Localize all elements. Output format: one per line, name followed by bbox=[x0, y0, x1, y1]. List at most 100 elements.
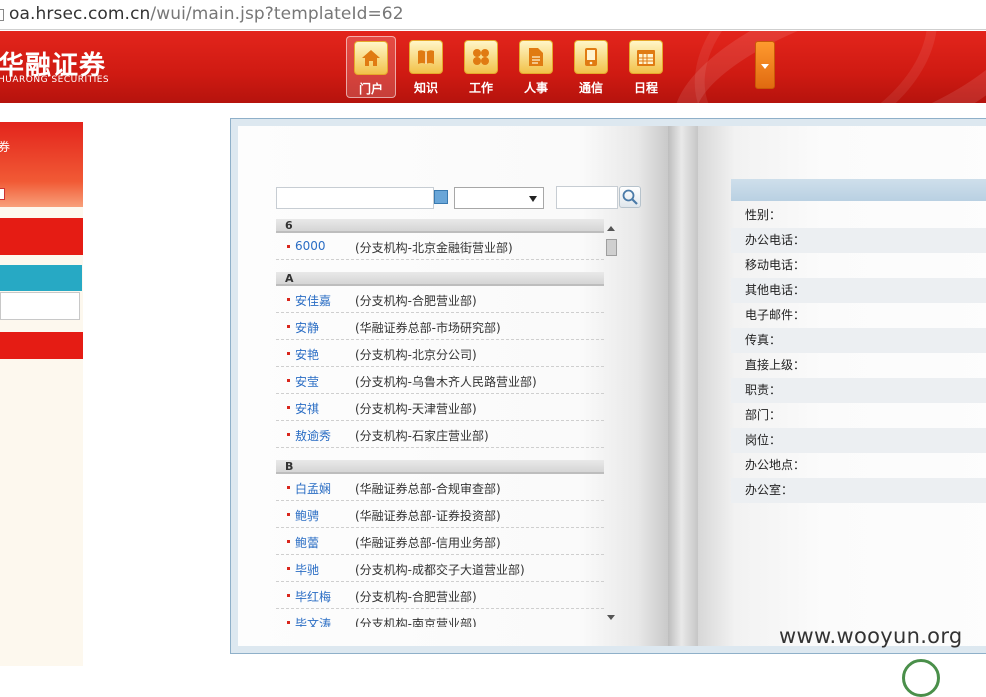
bullet-icon bbox=[287, 245, 290, 248]
contact-name[interactable]: 安莹 bbox=[295, 373, 319, 390]
contact-name[interactable]: 敖逾秀 bbox=[295, 427, 331, 444]
list-item[interactable]: 敖逾秀 (分支机构-石家庄营业部) bbox=[276, 421, 604, 448]
list-item[interactable]: 安艳 (分支机构-北京分公司) bbox=[276, 340, 604, 367]
nav-communication[interactable]: 通信 bbox=[566, 36, 616, 98]
bullet-icon bbox=[287, 567, 290, 570]
contact-list[interactable]: 6 6000 (分支机构-北京金融街营业部) A 安佳嘉 (分支机构-合肥营业部) … bbox=[276, 219, 604, 627]
search-icon bbox=[622, 189, 638, 205]
contact-dept: (华融证券总部-信用业务部) bbox=[355, 536, 501, 550]
contact-dept: (分支机构-石家庄营业部) bbox=[355, 429, 489, 443]
field-duties: 职责： bbox=[731, 378, 986, 403]
field-mobile-phone: 移动电话： bbox=[745, 258, 806, 272]
app-header: 华融证券 HUARONG SECURITIES 门户 知识 工作 人事 通信 日… bbox=[0, 31, 986, 103]
sidebar-checkbox[interactable] bbox=[0, 188, 5, 200]
contact-name[interactable]: 安静 bbox=[295, 319, 319, 336]
left-sidebar: 券 bbox=[0, 122, 83, 666]
nav-label: 人事 bbox=[523, 81, 548, 95]
list-scrollbar[interactable] bbox=[604, 219, 618, 627]
search-button[interactable] bbox=[619, 186, 641, 208]
contact-name[interactable]: 鲍骋 bbox=[295, 507, 319, 524]
list-item[interactable]: 安静 (华融证券总部-市场研究部) bbox=[276, 313, 604, 340]
department-select[interactable] bbox=[454, 187, 544, 209]
bullet-icon bbox=[287, 352, 290, 355]
home-icon bbox=[354, 41, 388, 75]
list-item[interactable]: 6000 (分支机构-北京金融街营业部) bbox=[276, 233, 604, 260]
sidebar-title: 券 bbox=[0, 140, 11, 154]
nav-hr[interactable]: 人事 bbox=[511, 36, 561, 98]
logo-subtext: HUARONG SECURITIES bbox=[0, 75, 110, 85]
contact-dept: (分支机构-成都交子大道营业部) bbox=[355, 563, 525, 577]
url-path: /wui/main.jsp?templateId=62 bbox=[150, 4, 404, 24]
list-item[interactable]: 毕红梅 (分支机构-合肥营业部) bbox=[276, 582, 604, 609]
field-fax: 传真： bbox=[731, 328, 986, 353]
contact-dept: (分支机构-天津营业部) bbox=[355, 402, 477, 416]
field-email: 电子邮件： bbox=[745, 308, 806, 322]
nav-label: 日程 bbox=[633, 81, 658, 95]
group-header: A bbox=[276, 272, 604, 286]
contact-dept: (分支机构-合肥营业部) bbox=[355, 590, 477, 604]
contact-dept: (华融证券总部-证券投资部) bbox=[355, 509, 501, 523]
contact-dept: (分支机构-乌鲁木齐人民路营业部) bbox=[355, 375, 537, 389]
scroll-up-icon[interactable] bbox=[607, 226, 615, 231]
bullet-icon bbox=[287, 433, 290, 436]
field-other-phone: 其他电话： bbox=[731, 278, 986, 303]
list-item[interactable]: 安佳嘉 (分支机构-合肥营业部) bbox=[276, 286, 604, 313]
sidebar-menu-item[interactable] bbox=[0, 332, 83, 359]
search-icon[interactable] bbox=[434, 190, 448, 204]
nav-knowledge[interactable]: 知识 bbox=[401, 36, 451, 98]
chevron-down-icon bbox=[529, 196, 537, 202]
contact-name[interactable]: 毕文涛 bbox=[295, 615, 331, 627]
scroll-down-icon[interactable] bbox=[607, 615, 615, 620]
bullet-icon bbox=[287, 594, 290, 597]
contact-name[interactable]: 安祺 bbox=[295, 400, 319, 417]
url-text[interactable]: oa.hrsec.com.cn/wui/main.jsp?templateId=… bbox=[9, 4, 404, 24]
bullet-icon bbox=[287, 486, 290, 489]
book-left-page: 6 6000 (分支机构-北京金融街营业部) A 安佳嘉 (分支机构-合肥营业部) … bbox=[238, 126, 668, 646]
list-item[interactable]: 安祺 (分支机构-天津营业部) bbox=[276, 394, 604, 421]
nav-work[interactable]: 工作 bbox=[456, 36, 506, 98]
book-icon bbox=[409, 40, 443, 74]
bullet-icon bbox=[287, 298, 290, 301]
field-position: 岗位： bbox=[731, 428, 986, 453]
nav-portal[interactable]: 门户 bbox=[346, 36, 396, 98]
address-book: 6 6000 (分支机构-北京金融街营业部) A 安佳嘉 (分支机构-合肥营业部) … bbox=[230, 118, 986, 654]
bullet-icon bbox=[287, 540, 290, 543]
group-header: 6 bbox=[276, 219, 604, 233]
chevron-down-icon bbox=[761, 64, 769, 69]
name-search-input[interactable] bbox=[276, 187, 434, 209]
sidebar-menu-item-active[interactable] bbox=[0, 265, 82, 291]
browser-address-bar[interactable]: oa.hrsec.com.cn/wui/main.jsp?templateId=… bbox=[0, 0, 986, 30]
list-item[interactable]: 毕文涛 (分支机构-南京营业部) bbox=[276, 609, 604, 627]
contact-name[interactable]: 安艳 bbox=[295, 346, 319, 363]
bullet-icon bbox=[287, 406, 290, 409]
contact-name[interactable]: 毕驰 bbox=[295, 561, 319, 578]
bullet-icon bbox=[287, 513, 290, 516]
contact-name[interactable]: 安佳嘉 bbox=[295, 292, 331, 309]
bullet-icon bbox=[287, 379, 290, 382]
list-item[interactable]: 鲍蕾 (华融证券总部-信用业务部) bbox=[276, 528, 604, 555]
contact-name[interactable]: 毕红梅 bbox=[295, 588, 331, 605]
contact-dept: (分支机构-合肥营业部) bbox=[355, 294, 477, 308]
contact-name[interactable]: 白孟娴 bbox=[295, 480, 331, 497]
mobile-icon bbox=[574, 40, 608, 74]
sidebar-input[interactable] bbox=[0, 292, 80, 320]
field-office-phone: 办公电话： bbox=[731, 228, 986, 253]
nav-calendar[interactable]: 日程 bbox=[621, 36, 671, 98]
field-manager: 直接上级： bbox=[745, 358, 806, 372]
contact-name[interactable]: 6000 bbox=[295, 239, 326, 253]
scroll-thumb[interactable] bbox=[606, 239, 617, 256]
sidebar-user-panel: 券 bbox=[0, 122, 83, 207]
contact-name[interactable]: 鲍蕾 bbox=[295, 534, 319, 551]
group-gap bbox=[276, 260, 604, 272]
workflow-icon bbox=[464, 40, 498, 74]
list-item[interactable]: 毕驰 (分支机构-成都交子大道营业部) bbox=[276, 555, 604, 582]
list-item[interactable]: 鲍骋 (华融证券总部-证券投资部) bbox=[276, 501, 604, 528]
sidebar-menu-item[interactable] bbox=[0, 218, 83, 255]
nav-more-button[interactable] bbox=[755, 41, 775, 89]
list-item[interactable]: 安莹 (分支机构-乌鲁木齐人民路营业部) bbox=[276, 367, 604, 394]
url-host: oa.hrsec.com.cn bbox=[9, 4, 151, 24]
quick-search-input[interactable] bbox=[556, 186, 618, 209]
nav-label: 知识 bbox=[413, 81, 438, 95]
nav-label: 通信 bbox=[578, 81, 603, 95]
list-item[interactable]: 白孟娴 (华融证券总部-合规审查部) bbox=[276, 474, 604, 501]
